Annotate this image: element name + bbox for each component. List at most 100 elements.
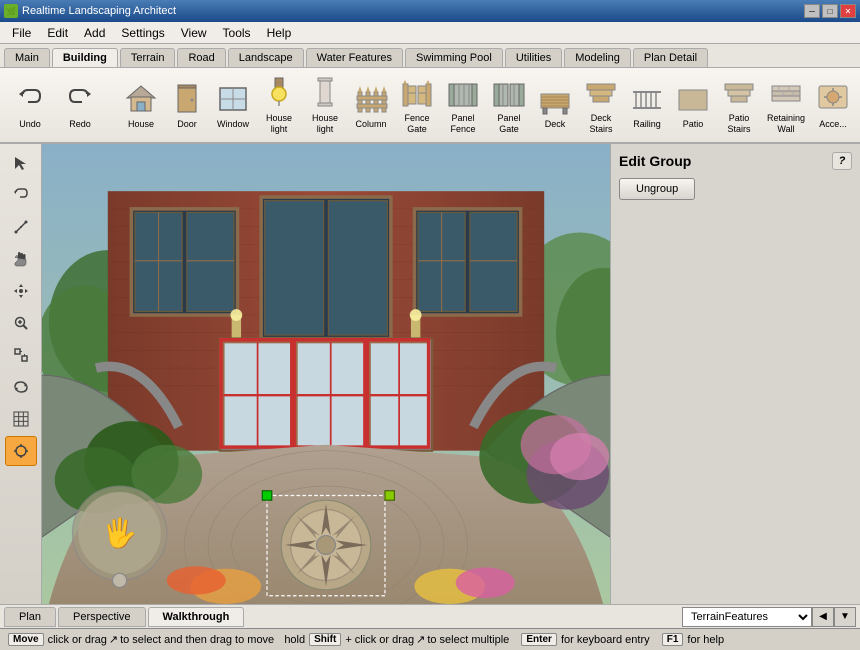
menu-tools[interactable]: Tools — [215, 24, 259, 42]
canvas-area[interactable]: 🖐 — [42, 144, 610, 604]
move-key: Move — [8, 633, 44, 646]
deck-icon — [537, 81, 573, 117]
retaining-wall-label: Retaining Wall — [767, 113, 805, 135]
tab-walkthrough[interactable]: Walkthrough — [148, 607, 245, 627]
fence-label: Column — [355, 119, 386, 130]
column-button[interactable]: House light — [304, 70, 346, 140]
column-icon — [307, 75, 343, 111]
tab-terrain[interactable]: Terrain — [120, 48, 176, 67]
rotate-3d-tool[interactable] — [5, 372, 37, 402]
fence-gate-button[interactable]: Fence Gate — [396, 70, 438, 140]
minimize-button[interactable]: ─ — [804, 4, 820, 18]
svg-text:🖐: 🖐 — [102, 516, 137, 551]
window-label: Window — [217, 119, 249, 130]
panel-gate-label: Panel Gate — [497, 113, 520, 135]
window-button[interactable]: Window — [212, 76, 254, 135]
ungroup-button[interactable]: Ungroup — [619, 178, 695, 200]
fence-gate-icon — [399, 75, 435, 111]
house-icon — [123, 81, 159, 117]
patio-stairs-label: Patio Stairs — [727, 113, 750, 135]
railing-icon — [629, 81, 665, 117]
panel-fence-icon — [445, 75, 481, 111]
patio-stairs-icon — [721, 75, 757, 111]
tab-plan-detail[interactable]: Plan Detail — [633, 48, 708, 67]
retaining-wall-icon — [768, 75, 804, 111]
zoom-extent-tool[interactable] — [5, 340, 37, 370]
shift-key: Shift — [309, 633, 341, 646]
menu-bar: File Edit Add Settings View Tools Help — [0, 22, 860, 44]
draw-tool[interactable] — [5, 212, 37, 242]
app-title: Realtime Landscaping Architect — [22, 5, 176, 17]
patio-icon — [675, 81, 711, 117]
undo-redo-group: Undo Redo — [6, 76, 104, 135]
bottom-tab-bar: Plan Perspective Walkthrough TerrainFeat… — [0, 604, 860, 628]
accessories-button[interactable]: Acce... — [812, 76, 854, 135]
undo-left-tool[interactable] — [5, 180, 37, 210]
menu-edit[interactable]: Edit — [39, 24, 76, 42]
undo-label: Undo — [19, 119, 41, 130]
undo-icon — [12, 81, 48, 117]
select-arrow-icon: ↗ — [109, 633, 118, 646]
view-next-button[interactable]: ▼ — [834, 607, 856, 627]
zoom-tool[interactable] — [5, 308, 37, 338]
menu-file[interactable]: File — [4, 24, 39, 42]
deck-button[interactable]: Deck — [534, 76, 576, 135]
menu-view[interactable]: View — [173, 24, 215, 42]
tab-road[interactable]: Road — [177, 48, 225, 67]
select-desc-text: to select and then drag to move — [120, 634, 274, 646]
deck-stairs-icon — [583, 75, 619, 111]
hold-label: hold — [284, 634, 305, 646]
fence-button[interactable]: Column — [350, 76, 392, 135]
railing-label: Railing — [633, 119, 661, 130]
edit-group-title: Edit Group — [619, 153, 691, 169]
tab-modeling[interactable]: Modeling — [564, 48, 631, 67]
tab-utilities[interactable]: Utilities — [505, 48, 562, 67]
menu-settings[interactable]: Settings — [113, 24, 172, 42]
door-label: Door — [177, 119, 197, 130]
hand-tool[interactable] — [5, 244, 37, 274]
patio-button[interactable]: Patio — [672, 76, 714, 135]
select-tool[interactable] — [5, 148, 37, 178]
menu-help[interactable]: Help — [259, 24, 300, 42]
grid-tool[interactable] — [5, 404, 37, 434]
tab-perspective[interactable]: Perspective — [58, 607, 145, 627]
tab-plan[interactable]: Plan — [4, 607, 56, 627]
select-multiple-text: to select multiple — [427, 634, 509, 646]
tab-building[interactable]: Building — [52, 48, 118, 67]
tab-pool[interactable]: Swimming Pool — [405, 48, 503, 67]
redo-button[interactable]: Redo — [56, 76, 104, 135]
menu-add[interactable]: Add — [76, 24, 113, 42]
redo-label: Redo — [69, 119, 91, 130]
house-light-button[interactable]: House light — [258, 70, 300, 140]
panel-gate-button[interactable]: Panel Gate — [488, 70, 530, 140]
house-label: House — [128, 119, 154, 130]
fence-icon — [353, 81, 389, 117]
status-bar: Move click or drag ↗ to select and then … — [0, 628, 860, 650]
click-drag-text: click or drag — [48, 634, 107, 646]
close-button[interactable]: ✕ — [840, 4, 856, 18]
door-button[interactable]: Door — [166, 76, 208, 135]
view-prev-button[interactable]: ◀ — [812, 607, 834, 627]
maximize-button[interactable]: □ — [822, 4, 838, 18]
pan-tool[interactable] — [5, 276, 37, 306]
deck-stairs-label: Deck Stairs — [589, 113, 612, 135]
patio-stairs-button[interactable]: Patio Stairs — [718, 70, 760, 140]
view-select[interactable]: TerrainFeatures — [682, 607, 812, 627]
window-controls: ─ □ ✕ — [804, 4, 856, 18]
left-toolbar — [0, 144, 42, 604]
redo-icon — [62, 81, 98, 117]
help-button[interactable]: ? — [832, 152, 852, 170]
tab-main[interactable]: Main — [4, 48, 50, 67]
panel-fence-button[interactable]: Panel Fence — [442, 70, 484, 140]
scene-3d-view: 🖐 — [42, 144, 610, 604]
panel-gate-icon — [491, 75, 527, 111]
deck-stairs-button[interactable]: Deck Stairs — [580, 70, 622, 140]
undo-button[interactable]: Undo — [6, 76, 54, 135]
tab-water[interactable]: Water Features — [306, 48, 403, 67]
title-bar: 🌿 Realtime Landscaping Architect ─ □ ✕ — [0, 0, 860, 22]
retaining-wall-button[interactable]: Retaining Wall — [764, 70, 808, 140]
house-button[interactable]: House — [120, 76, 162, 135]
snap-tool[interactable] — [5, 436, 37, 466]
tab-landscape[interactable]: Landscape — [228, 48, 304, 67]
railing-button[interactable]: Railing — [626, 76, 668, 135]
